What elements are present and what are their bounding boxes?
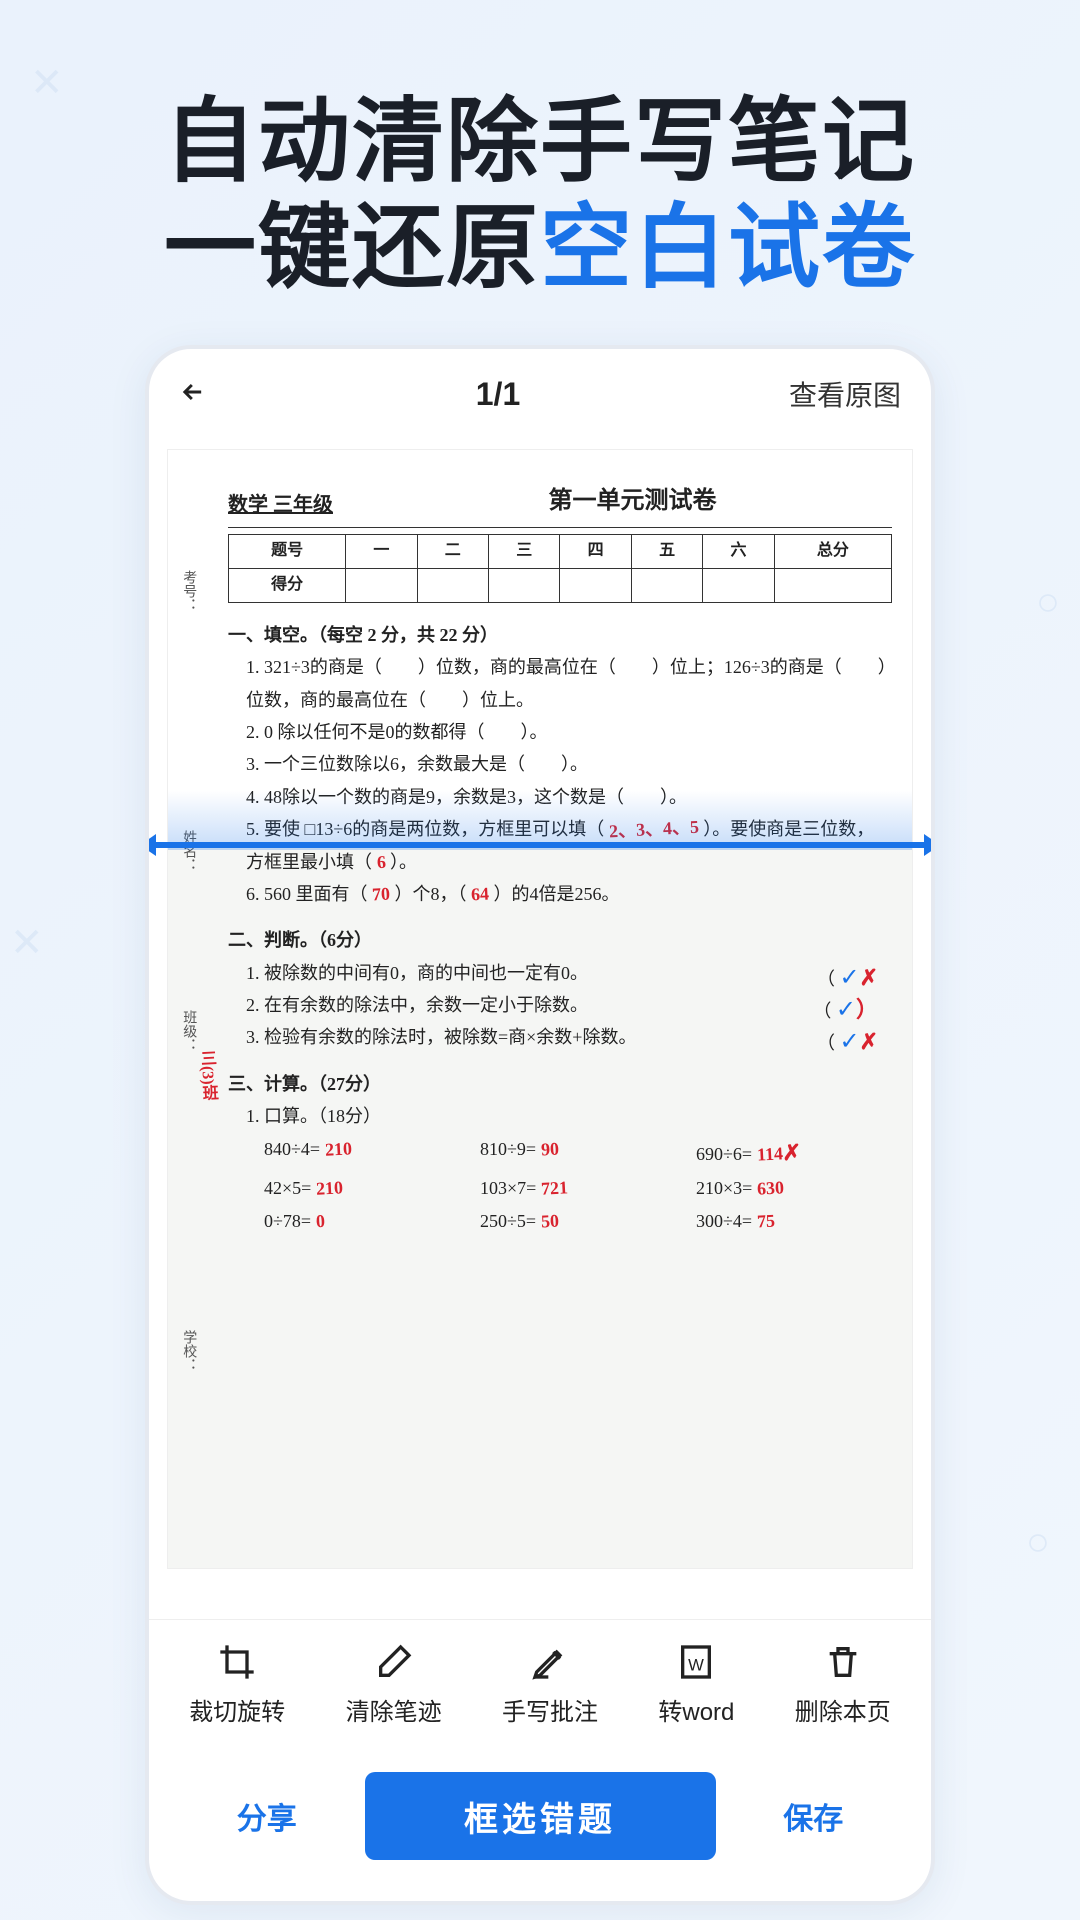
topbar: 1/1 查看原图 <box>149 349 931 439</box>
phone-frame: 1/1 查看原图 考号： 姓名： 班级： 三(3)班 学校： 数学 三年级 第一… <box>145 345 935 1905</box>
q1-3: 3. 一个三位数除以6，余数最大是（ ）。 <box>246 748 892 780</box>
side-label-school: 学校： <box>176 1330 201 1372</box>
q3-sub: 1. 口算。（18分） <box>246 1100 892 1132</box>
q2-3: 3. 检验有余数的除法时，被除数=商×余数+除数。 （ ✓✗ <box>246 1021 892 1053</box>
section1-title: 一、填空。（每空 2 分，共 22 分） <box>228 619 892 651</box>
subject-label: 数学 三年级 <box>228 487 333 523</box>
eraser-icon <box>372 1640 416 1684</box>
page-counter: 1/1 <box>207 376 789 413</box>
trash-icon <box>821 1640 865 1684</box>
annotate-button[interactable]: 手写批注 <box>502 1640 598 1727</box>
section3-title: 三、计算。（27分） <box>228 1068 892 1100</box>
share-button[interactable]: 分享 <box>179 1794 355 1838</box>
back-button[interactable] <box>179 373 207 415</box>
side-label-class: 班级： <box>176 1010 201 1052</box>
word-icon: W <box>674 1640 718 1684</box>
q1-1: 1. 321÷3的商是（ ）位数，商的最高位在（ ）位上；126÷3的商是（ ）… <box>246 651 892 716</box>
pencil-icon <box>528 1640 572 1684</box>
exam-paper: 考号： 姓名： 班级： 三(3)班 学校： 数学 三年级 第一单元测试卷 题号一… <box>168 450 912 1568</box>
calc-row: 840÷4= 210810÷9= 90690÷6= 114✗ <box>264 1133 892 1173</box>
select-wrong-button[interactable]: 框选错题 <box>365 1772 716 1860</box>
scan-divider[interactable] <box>152 842 928 848</box>
section2-title: 二、判断。（6分） <box>228 924 892 956</box>
q2-2: 2. 在有余数的除法中，余数一定小于除数。 （ ✓） <box>246 989 892 1021</box>
crop-rotate-button[interactable]: 裁切旋转 <box>189 1640 285 1727</box>
bottombar: 分享 框选错题 保存 <box>149 1761 931 1901</box>
headline-line2: 一键还原空白试卷 <box>0 196 1080 302</box>
convert-word-button[interactable]: W 转word <box>658 1640 734 1727</box>
scan-glow <box>168 790 912 850</box>
q1-2: 2. 0 除以任何不是0的数都得（ ）。 <box>246 716 892 748</box>
side-label-id: 考号： <box>176 570 201 612</box>
save-button[interactable]: 保存 <box>726 1794 902 1838</box>
delete-page-button[interactable]: 删除本页 <box>795 1640 891 1727</box>
calc-row: 42×5= 210103×7= 721210×3= 630 <box>264 1172 892 1204</box>
svg-text:W: W <box>689 1655 705 1674</box>
q2-1: 1. 被除数的中间有0，商的中间也一定有0。 （ ✓✗ <box>246 957 892 989</box>
view-original-button[interactable]: 查看原图 <box>789 374 901 414</box>
side-class-value: 三(3)班 <box>191 1049 222 1101</box>
q1-6: 6. 560 里面有（ 70 ）个8，（ 64 ）的4倍是256。 <box>246 878 892 910</box>
toolbar: 裁切旋转 清除笔迹 手写批注 W 转word 删除本页 <box>149 1619 931 1761</box>
calc-row: 0÷78= 0250÷5= 50300÷4= 75 <box>264 1205 892 1237</box>
promo-headline: 自动清除手写笔记 一键还原空白试卷 <box>0 0 1080 302</box>
document-preview[interactable]: 考号： 姓名： 班级： 三(3)班 学校： 数学 三年级 第一单元测试卷 题号一… <box>167 449 913 1569</box>
score-table: 题号一二三四五六总分 得分 <box>228 534 892 603</box>
unit-title: 第一单元测试卷 <box>373 480 892 523</box>
headline-line1: 自动清除手写笔记 <box>0 90 1080 196</box>
crop-icon <box>215 1640 259 1684</box>
erase-handwriting-button[interactable]: 清除笔迹 <box>346 1640 442 1727</box>
